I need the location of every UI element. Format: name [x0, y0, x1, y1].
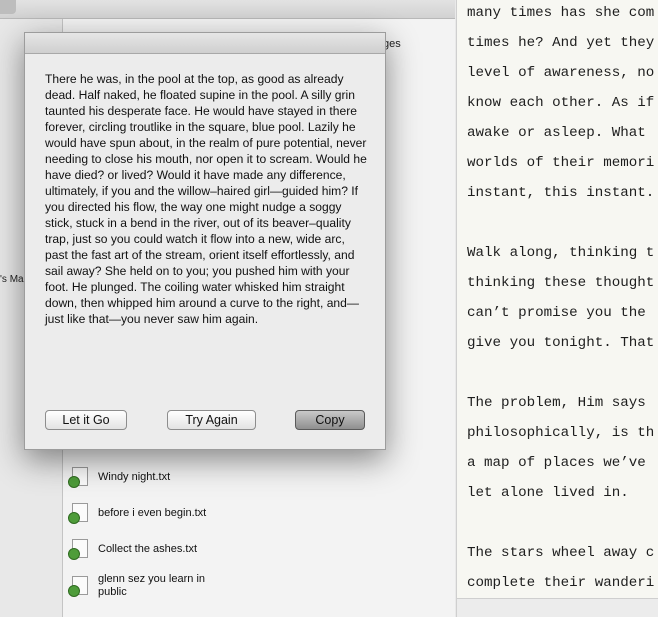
text-file-icon [68, 576, 88, 597]
file-item[interactable]: Collect the ashes.txt [68, 539, 298, 560]
copy-button[interactable]: Copy [295, 410, 365, 430]
editor-line: level of awareness, no [467, 65, 655, 81]
editor-line: instant, this instant. [467, 185, 655, 201]
text-file-icon [68, 467, 88, 488]
file-name: Windy night.txt [98, 470, 171, 483]
dialog-message: There he was, in the pool at the top, as… [45, 72, 367, 326]
editor-line: a map of places we’ve [467, 455, 646, 471]
try-again-button[interactable]: Try Again [167, 410, 256, 430]
sidebar-item-label[interactable]: 's Ma [0, 274, 24, 285]
editor-line: The stars wheel away c [467, 545, 655, 561]
text-editor[interactable]: many times has she com times he? And yet… [456, 0, 658, 617]
editor-line: let alone lived in. [467, 485, 629, 501]
dialog-titlebar[interactable] [25, 33, 385, 54]
text-file-icon [68, 503, 88, 524]
file-item[interactable]: Windy night.txt [68, 467, 298, 488]
editor-line: complete their wanderi [467, 575, 655, 591]
editor-line: awake or asleep. What [467, 125, 646, 141]
file-name: before i even begin.txt [98, 506, 207, 519]
editor-line: Walk along, thinking t [467, 245, 655, 261]
editor-line: The problem, Him says [467, 395, 646, 411]
editor-line: can’t promise you the [467, 305, 646, 321]
editor-line: know each other. As if [467, 95, 655, 111]
text-file-icon [68, 539, 88, 560]
let-it-go-button[interactable]: Let it Go [45, 410, 127, 430]
alert-dialog: There he was, in the pool at the top, as… [24, 32, 386, 450]
editor-scroll-area[interactable] [457, 598, 658, 617]
browser-toolbar [0, 0, 455, 19]
editor-line: times he? And yet they [467, 35, 655, 51]
editor-line: philosophically, is th [467, 425, 655, 441]
file-item[interactable]: before i even begin.txt [68, 503, 298, 524]
file-name: glenn sez you learn in public [98, 573, 206, 598]
editor-line: many times has she com [467, 5, 655, 21]
toolbar-icon[interactable] [0, 0, 16, 14]
file-name: Collect the ashes.txt [98, 542, 198, 555]
editor-line: worlds of their memori [467, 155, 655, 171]
file-item[interactable]: glenn sez you learn in public [68, 573, 298, 599]
editor-line: give you tonight. That [467, 335, 655, 351]
editor-line: thinking these thought [467, 275, 655, 291]
